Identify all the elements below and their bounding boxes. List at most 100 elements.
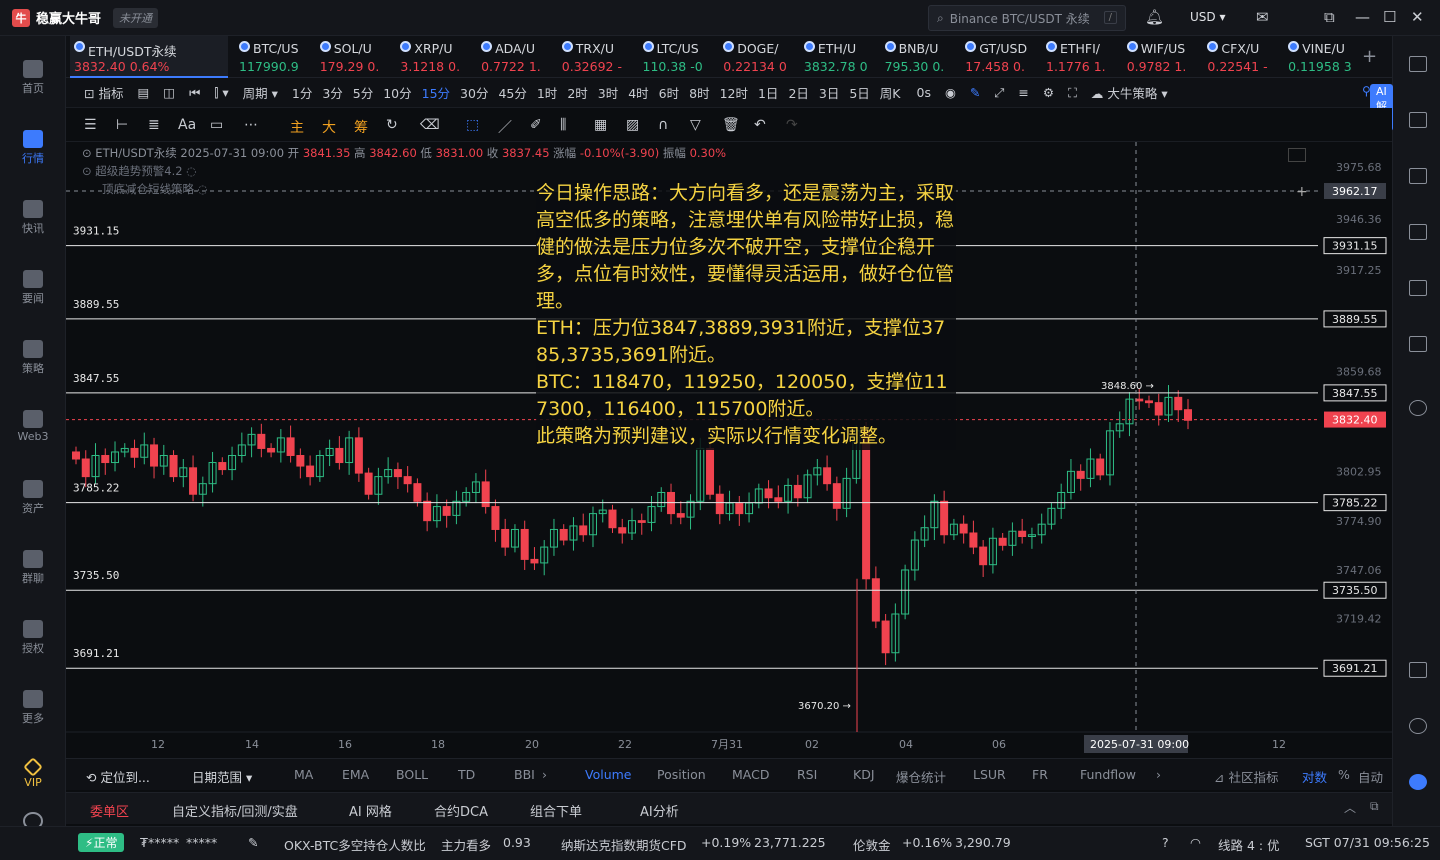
panel-tab-2[interactable]: AI 网格 — [349, 801, 392, 820]
ruler-tool-icon[interactable]: ▭ — [210, 117, 223, 133]
indicator-supertrend[interactable]: ⊙ 超级趋势预警4.2 ◌ — [82, 163, 196, 179]
menu-icon[interactable]: ☰ — [84, 117, 97, 133]
timeframe-4时[interactable]: 4时 — [628, 83, 648, 102]
bell-icon[interactable]: 🔔︎ — [1145, 8, 1164, 26]
strategy-dropdown[interactable]: ☁ 大牛策略 ▾ — [1091, 83, 1168, 102]
log-scale-toggle[interactable]: 对数 — [1302, 767, 1327, 786]
chart-expand-icon[interactable] — [1288, 148, 1306, 162]
ticker1-name[interactable]: OKX-BTC多空持仓人数比 — [284, 835, 426, 854]
settings-icon[interactable]: ⚙ — [1043, 85, 1054, 100]
panel-tab-0[interactable]: 委单区 — [90, 801, 129, 820]
ticker-tab[interactable]: ADA/U 0.7722 1. — [477, 36, 557, 78]
indicator-tab-9[interactable]: KDJ — [853, 767, 875, 782]
dollar-icon[interactable] — [1409, 168, 1427, 184]
chart-type-icon[interactable]: ⫿ ▾ — [214, 85, 228, 101]
select-tool-icon[interactable]: ⬚ — [466, 117, 479, 133]
indicator-tab-13[interactable]: Fundflow — [1080, 767, 1136, 782]
ticker-tab[interactable]: ETH/USDT永续 3832.40 0.64% — [70, 36, 228, 78]
nav-item-6[interactable]: 资产 — [0, 480, 66, 516]
layout-icon[interactable] — [1409, 56, 1427, 72]
nav-item-2[interactable]: 快讯 — [0, 200, 66, 236]
indicator-tab-11[interactable]: LSUR — [973, 767, 1006, 782]
nav-item-4[interactable]: 策略 — [0, 340, 66, 376]
timeframe-8时[interactable]: 8时 — [689, 83, 709, 102]
nav-item-5[interactable]: Web3 — [0, 410, 66, 443]
timeframe-1时[interactable]: 1时 — [537, 83, 557, 102]
subscription-badge[interactable]: 未开通 — [113, 7, 159, 28]
info-collapse-icon[interactable]: ⊙ — [82, 146, 95, 160]
more-tools-icon[interactable]: ⋯ — [244, 117, 258, 133]
indicator-topbottom[interactable]: 顶底减仓短线策略 ◌ — [102, 181, 208, 197]
timeframe-12时[interactable]: 12时 — [720, 83, 748, 102]
fib-tool-icon[interactable]: ≣ — [148, 117, 160, 133]
network-line[interactable]: 线路 4 : 优 — [1218, 835, 1280, 854]
pencil-icon[interactable]: ✎ — [970, 85, 980, 100]
panel-tab-1[interactable]: 自定义指标/回测/实盘 — [172, 801, 298, 820]
panel-tab-5[interactable]: AI分析 — [640, 801, 679, 820]
timeframe-周K[interactable]: 周K — [880, 83, 901, 102]
timeframe-10分[interactable]: 10分 — [383, 83, 411, 102]
list-icon[interactable]: ≡ — [1018, 85, 1028, 100]
assistant-icon[interactable] — [1409, 774, 1427, 790]
popout-icon[interactable]: ⧉ — [1324, 8, 1335, 26]
ticker-tab[interactable]: BNB/U 795.30 0. — [881, 36, 961, 78]
indicator-tab-8[interactable]: RSI — [797, 767, 817, 782]
indicator-tab-2[interactable]: BOLL — [396, 767, 428, 782]
symbol-search[interactable]: ⌕ Binance BTC/USDT 永续 / — [928, 5, 1126, 31]
ticker-tab[interactable]: BTC/US 117990.9 — [235, 36, 315, 78]
indicator-tab-6[interactable]: Position — [657, 767, 706, 782]
line-tool-icon[interactable]: ／ — [498, 117, 512, 137]
timeframe-3时[interactable]: 3时 — [598, 83, 618, 102]
fullscreen-icon[interactable]: ⛶ — [1068, 85, 1077, 101]
large-order-tool[interactable]: 大 — [322, 117, 336, 137]
panel-tab-4[interactable]: 组合下单 — [530, 801, 582, 820]
ticker-tab[interactable]: XRP/U 3.1218 0. — [396, 36, 476, 78]
minimize-icon[interactable]: — — [1355, 8, 1370, 26]
ticker-tab[interactable]: WIF/US 0.9782 1. — [1123, 36, 1203, 78]
nav-item-10[interactable]: VIP — [0, 757, 66, 789]
indicator-tab-3[interactable]: TD — [458, 767, 475, 782]
chip-tool[interactable]: 筹 — [354, 117, 368, 137]
trend-icon[interactable] — [1409, 224, 1427, 240]
wallet-icon[interactable] — [1409, 336, 1427, 352]
detach-icon[interactable]: ⧉ — [1370, 799, 1379, 814]
mail-icon[interactable]: ✉ — [1256, 8, 1269, 26]
timeframe-1日[interactable]: 1日 — [758, 83, 778, 102]
ticker-tab[interactable]: LTC/US 110.38 -0 — [639, 36, 719, 78]
ticker-tab[interactable]: GT/USD 17.458 0. — [961, 36, 1041, 78]
collapse-icon[interactable]: ︿ — [1344, 799, 1356, 816]
calendar-icon[interactable]: ▤ — [137, 85, 149, 100]
timeframe-30分[interactable]: 30分 — [460, 83, 488, 102]
period-dropdown[interactable]: 周期 ▾ — [243, 83, 278, 102]
note-tool-icon[interactable]: ▨ — [626, 117, 639, 133]
auto-scale-toggle[interactable]: 自动 — [1358, 767, 1383, 786]
eraser-tool-icon[interactable]: ⌫ — [420, 117, 440, 133]
percent-toggle[interactable]: % — [1338, 767, 1350, 782]
ticker-tab[interactable]: TRX/U 0.32692 - — [558, 36, 638, 78]
ticker-tab[interactable]: ETH/U 3832.78 0 — [800, 36, 880, 78]
ticker2-name[interactable]: 纳斯达克指数期货CFD — [561, 835, 687, 854]
ticker-tab[interactable]: SOL/U 179.29 0. — [316, 36, 396, 78]
timeframe-3日[interactable]: 3日 — [819, 83, 839, 102]
timeframe-3分[interactable]: 3分 — [322, 83, 342, 102]
help-icon[interactable]: ? — [1162, 835, 1169, 850]
undo-icon[interactable]: ↶ — [754, 117, 766, 133]
timeframe-2时[interactable]: 2时 — [567, 83, 587, 102]
main-indicator-tool[interactable]: 主 — [290, 117, 304, 137]
redo-icon[interactable]: ↷ — [786, 117, 798, 133]
nav-item-9[interactable]: 更多 — [0, 690, 66, 726]
indicator-tab-12[interactable]: FR — [1032, 767, 1048, 782]
expand-icon[interactable]: ⤢ — [994, 85, 1004, 101]
eye-off-icon[interactable]: ◌ — [186, 164, 196, 178]
ticker-tab[interactable]: ETHFI/1.1776 1. — [1042, 36, 1122, 78]
indicator-tab-1[interactable]: EMA — [342, 767, 369, 782]
panel-icon[interactable] — [1409, 662, 1427, 678]
community-indicator-button[interactable]: ⊿ 社区指标 — [1214, 767, 1278, 786]
refresh-icon[interactable] — [1409, 400, 1427, 416]
timeframe-15分[interactable]: 15分 — [422, 83, 450, 102]
trash-tool-icon[interactable]: 🗑︎ — [722, 117, 740, 133]
indicator-tab-0[interactable]: MA — [294, 767, 313, 782]
ticker-tab[interactable]: CFX/U 0.22541 - — [1203, 36, 1283, 78]
timeframe-6时[interactable]: 6时 — [659, 83, 679, 102]
share-icon[interactable]: ⚲ — [1362, 84, 1371, 98]
